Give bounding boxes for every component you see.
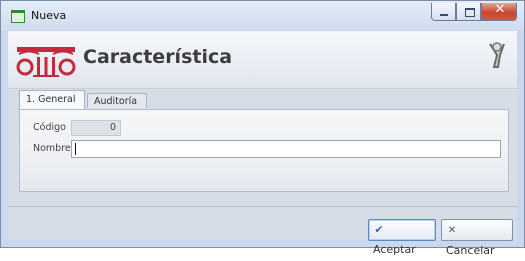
minimize-icon (440, 14, 448, 16)
accept-button[interactable]: ✔ Aceptar (368, 219, 436, 256)
text-caret (75, 143, 76, 155)
check-icon: ✔ (374, 223, 384, 236)
name-field[interactable] (71, 140, 501, 158)
tab-general[interactable]: 1. General (19, 90, 85, 109)
close-window-button[interactable]: ✕ (481, 2, 517, 21)
page-title: Característica (83, 46, 233, 68)
window-icon (11, 10, 25, 23)
temple-logo-icon (16, 47, 76, 77)
tab-auditoria[interactable]: Auditoría (87, 93, 147, 108)
maximize-icon (465, 8, 475, 17)
accept-button-label: Aceptar (373, 243, 416, 256)
code-field: 0 (71, 120, 121, 136)
code-label: Código (33, 122, 66, 133)
general-panel: Código 0 Nombre (19, 109, 509, 192)
cancel-button-label: Cancelar (446, 244, 495, 257)
dialog-window: Nueva ✕ Característica 1. General Audito… (0, 0, 525, 257)
title-bar[interactable]: Nueva ✕ (1, 1, 524, 31)
close-icon: ✕ (447, 225, 457, 236)
dialog-header: Característica (8, 31, 517, 89)
footer-divider (8, 206, 517, 207)
dialog-content: Característica 1. General Auditoría Códi… (8, 31, 517, 257)
tools-icon (489, 42, 505, 68)
window-title: Nueva (31, 9, 67, 22)
cancel-button[interactable]: ✕ Cancelar (441, 219, 513, 257)
close-icon: ✕ (494, 2, 506, 17)
maximize-button[interactable] (456, 3, 481, 21)
minimize-button[interactable] (431, 3, 456, 21)
name-label: Nombre (33, 143, 71, 154)
